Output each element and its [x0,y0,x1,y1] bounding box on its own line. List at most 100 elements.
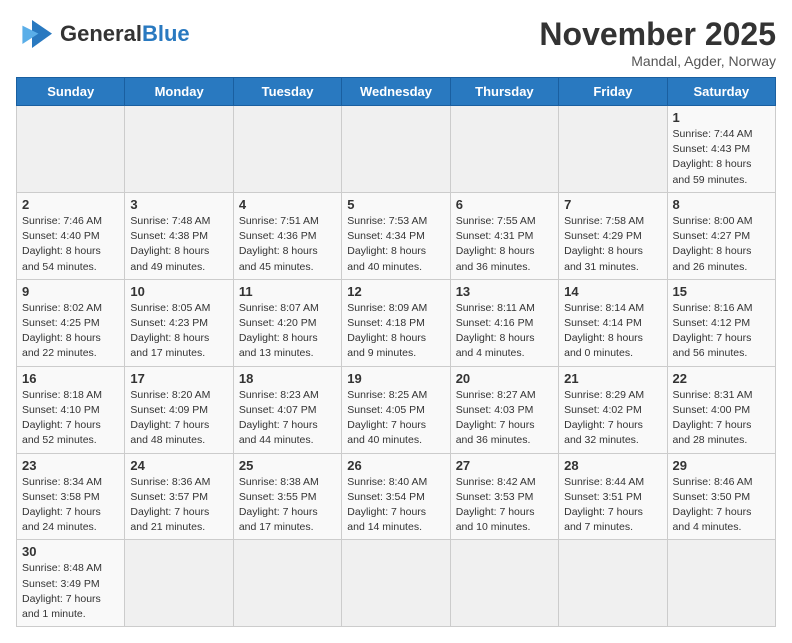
calendar-day-cell [450,540,558,627]
day-info: Sunrise: 8:09 AMSunset: 4:18 PMDaylight:… [347,301,444,362]
calendar-day-cell: 2 Sunrise: 7:46 AMSunset: 4:40 PMDaylight… [17,192,125,279]
calendar-day-cell: 6Sunrise: 7:55 AMSunset: 4:31 PMDaylight… [450,192,558,279]
calendar-day-cell: 21Sunrise: 8:29 AMSunset: 4:02 PMDayligh… [559,366,667,453]
calendar-week-row: 23 Sunrise: 8:34 AMSunset: 3:58 PMDayligh… [17,453,776,540]
calendar-day-cell: 17 Sunrise: 8:20 AMSunset: 4:09 PMDayligh… [125,366,233,453]
calendar-day-cell: 14 Sunrise: 8:14 AMSunset: 4:14 PMDayligh… [559,279,667,366]
calendar-day-cell: 24 Sunrise: 8:36 AMSunset: 3:57 PMDayligh… [125,453,233,540]
day-info: Sunrise: 7:46 AMSunset: 4:40 PMDaylight:… [22,214,119,275]
day-number: 2 [22,197,119,212]
calendar-week-row: 16Sunrise: 8:18 AMSunset: 4:10 PMDayligh… [17,366,776,453]
day-info: Sunrise: 8:48 AMSunset: 3:49 PMDaylight:… [22,561,119,622]
day-info: Sunrise: 8:34 AMSunset: 3:58 PMDaylight:… [22,475,119,536]
calendar-day-cell: 19 Sunrise: 8:25 AMSunset: 4:05 PMDayligh… [342,366,450,453]
calendar-day-cell [342,540,450,627]
day-number: 6 [456,197,553,212]
calendar-day-cell [450,106,558,193]
calendar-day-cell [125,540,233,627]
calendar-day-cell: 4 Sunrise: 7:51 AMSunset: 4:36 PMDaylight… [233,192,341,279]
day-number: 30 [22,544,119,559]
calendar-day-cell [125,106,233,193]
calendar-day-cell: 30 Sunrise: 8:48 AMSunset: 3:49 PMDayligh… [17,540,125,627]
calendar-day-cell: 5 Sunrise: 7:53 AMSunset: 4:34 PMDaylight… [342,192,450,279]
calendar-day-cell [559,106,667,193]
day-info: Sunrise: 7:58 AMSunset: 4:29 PMDaylight:… [564,214,661,275]
calendar-day-cell [667,540,775,627]
day-number: 14 [564,284,661,299]
day-info: Sunrise: 8:14 AMSunset: 4:14 PMDaylight:… [564,301,661,362]
calendar-day-cell: 20Sunrise: 8:27 AMSunset: 4:03 PMDayligh… [450,366,558,453]
calendar-day-cell: 22 Sunrise: 8:31 AMSunset: 4:00 PMDayligh… [667,366,775,453]
weekday-header-tuesday: Tuesday [233,78,341,106]
day-number: 18 [239,371,336,386]
day-number: 24 [130,458,227,473]
day-info: Sunrise: 7:48 AMSunset: 4:38 PMDaylight:… [130,214,227,275]
day-number: 19 [347,371,444,386]
day-info: Sunrise: 8:42 AMSunset: 3:53 PMDaylight:… [456,475,553,536]
day-info: Sunrise: 8:36 AMSunset: 3:57 PMDaylight:… [130,475,227,536]
location-subtitle: Mandal, Agder, Norway [539,53,776,69]
calendar-day-cell [17,106,125,193]
day-info: Sunrise: 8:16 AMSunset: 4:12 PMDaylight:… [673,301,770,362]
title-area: November 2025 Mandal, Agder, Norway [539,16,776,69]
calendar-day-cell [342,106,450,193]
day-info: Sunrise: 8:23 AMSunset: 4:07 PMDaylight:… [239,388,336,449]
day-number: 9 [22,284,119,299]
logo-text: GeneralBlue [60,21,190,47]
day-number: 10 [130,284,227,299]
calendar-day-cell: 7 Sunrise: 7:58 AMSunset: 4:29 PMDaylight… [559,192,667,279]
calendar-header-row: SundayMondayTuesdayWednesdayThursdayFrid… [17,78,776,106]
calendar-week-row: 1 Sunrise: 7:44 AMSunset: 4:43 PMDaylight… [17,106,776,193]
calendar-week-row: 30 Sunrise: 8:48 AMSunset: 3:49 PMDayligh… [17,540,776,627]
day-info: Sunrise: 7:44 AMSunset: 4:43 PMDaylight:… [673,127,770,188]
day-number: 27 [456,458,553,473]
day-info: Sunrise: 7:51 AMSunset: 4:36 PMDaylight:… [239,214,336,275]
day-number: 22 [673,371,770,386]
day-number: 7 [564,197,661,212]
day-number: 17 [130,371,227,386]
calendar-table: SundayMondayTuesdayWednesdayThursdayFrid… [16,77,776,627]
logo: GeneralBlue [16,16,190,52]
calendar-day-cell: 10Sunrise: 8:05 AMSunset: 4:23 PMDayligh… [125,279,233,366]
day-number: 13 [456,284,553,299]
day-number: 5 [347,197,444,212]
calendar-day-cell [233,106,341,193]
day-info: Sunrise: 8:20 AMSunset: 4:09 PMDaylight:… [130,388,227,449]
day-number: 1 [673,110,770,125]
day-number: 15 [673,284,770,299]
weekday-header-friday: Friday [559,78,667,106]
calendar-day-cell: 12Sunrise: 8:09 AMSunset: 4:18 PMDayligh… [342,279,450,366]
day-number: 4 [239,197,336,212]
weekday-header-sunday: Sunday [17,78,125,106]
day-info: Sunrise: 8:31 AMSunset: 4:00 PMDaylight:… [673,388,770,449]
calendar-day-cell: 11Sunrise: 8:07 AMSunset: 4:20 PMDayligh… [233,279,341,366]
calendar-day-cell: 29 Sunrise: 8:46 AMSunset: 3:50 PMDayligh… [667,453,775,540]
day-number: 23 [22,458,119,473]
day-number: 8 [673,197,770,212]
day-info: Sunrise: 8:11 AMSunset: 4:16 PMDaylight:… [456,301,553,362]
day-number: 28 [564,458,661,473]
weekday-header-thursday: Thursday [450,78,558,106]
day-number: 25 [239,458,336,473]
calendar-day-cell: 25Sunrise: 8:38 AMSunset: 3:55 PMDayligh… [233,453,341,540]
day-info: Sunrise: 8:18 AMSunset: 4:10 PMDaylight:… [22,388,119,449]
day-number: 20 [456,371,553,386]
day-info: Sunrise: 8:25 AMSunset: 4:05 PMDaylight:… [347,388,444,449]
day-info: Sunrise: 7:53 AMSunset: 4:34 PMDaylight:… [347,214,444,275]
day-number: 29 [673,458,770,473]
calendar-day-cell: 28 Sunrise: 8:44 AMSunset: 3:51 PMDayligh… [559,453,667,540]
day-info: Sunrise: 8:00 AMSunset: 4:27 PMDaylight:… [673,214,770,275]
day-info: Sunrise: 8:46 AMSunset: 3:50 PMDaylight:… [673,475,770,536]
calendar-week-row: 2 Sunrise: 7:46 AMSunset: 4:40 PMDaylight… [17,192,776,279]
weekday-header-monday: Monday [125,78,233,106]
day-number: 21 [564,371,661,386]
calendar-day-cell: 26Sunrise: 8:40 AMSunset: 3:54 PMDayligh… [342,453,450,540]
calendar-day-cell: 13 Sunrise: 8:11 AMSunset: 4:16 PMDayligh… [450,279,558,366]
weekday-header-wednesday: Wednesday [342,78,450,106]
calendar-week-row: 9Sunrise: 8:02 AMSunset: 4:25 PMDaylight… [17,279,776,366]
calendar-day-cell: 23 Sunrise: 8:34 AMSunset: 3:58 PMDayligh… [17,453,125,540]
calendar-day-cell: 18 Sunrise: 8:23 AMSunset: 4:07 PMDayligh… [233,366,341,453]
calendar-day-cell: 15 Sunrise: 8:16 AMSunset: 4:12 PMDayligh… [667,279,775,366]
day-info: Sunrise: 8:44 AMSunset: 3:51 PMDaylight:… [564,475,661,536]
calendar-day-cell: 1 Sunrise: 7:44 AMSunset: 4:43 PMDaylight… [667,106,775,193]
